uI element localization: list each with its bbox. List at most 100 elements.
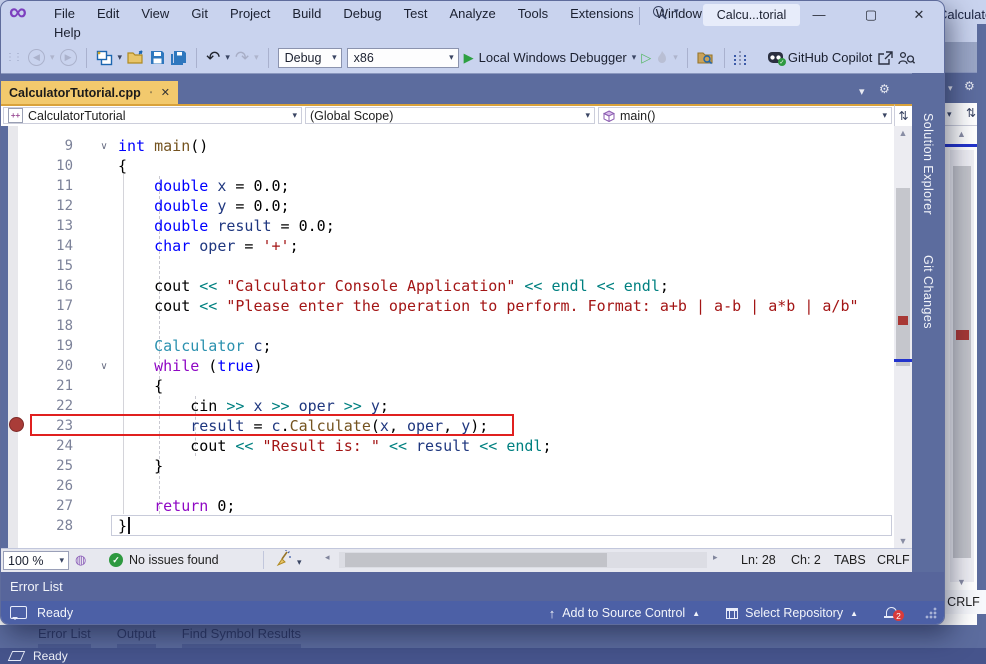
code-line-11[interactable]: 11 double x = 0.0; bbox=[1, 176, 894, 196]
menu-item-project[interactable]: Project bbox=[219, 4, 281, 24]
code-editor[interactable]: 9∨int main()10{11 double x = 0.0;12 doub… bbox=[1, 126, 894, 548]
member-dropdown[interactable]: main() ▾ bbox=[598, 107, 892, 124]
save-icon[interactable] bbox=[150, 50, 165, 65]
code-line-18[interactable]: 18 bbox=[1, 316, 894, 336]
toolbar-grip[interactable]: ⋮⋮ bbox=[5, 52, 21, 63]
line-number[interactable]: 14 bbox=[18, 238, 73, 254]
code-line-21[interactable]: 21 { bbox=[1, 376, 894, 396]
code-text[interactable]: while (true) bbox=[118, 357, 263, 375]
debugger-chevron-icon[interactable]: ▾ bbox=[632, 52, 637, 63]
code-text[interactable]: cin >> x >> oper >> y; bbox=[118, 397, 389, 415]
health-status-text[interactable]: No issues found bbox=[129, 553, 219, 567]
bg-panel-tab-error-list[interactable]: Error List bbox=[38, 625, 91, 648]
line-number[interactable]: 12 bbox=[18, 198, 73, 214]
code-text[interactable]: { bbox=[118, 157, 127, 175]
window-title[interactable]: Calcu...torial bbox=[703, 4, 800, 26]
scroll-down-icon[interactable]: ▼ bbox=[894, 536, 912, 546]
line-number[interactable]: 27 bbox=[18, 498, 73, 514]
code-text[interactable]: cout << "Result is: " << result << endl; bbox=[118, 437, 552, 455]
code-text[interactable]: cout << "Please enter the operation to p… bbox=[118, 297, 859, 315]
line-number[interactable]: 18 bbox=[18, 318, 73, 334]
undo-chevron-icon[interactable]: ▾ bbox=[225, 52, 230, 63]
tab-list-chevron-icon[interactable]: ▾ bbox=[859, 85, 865, 98]
hscroll-left-icon[interactable]: ◂ bbox=[325, 552, 330, 563]
project-dropdown-chevron-icon[interactable]: ▾ bbox=[292, 110, 297, 121]
menu-item-test[interactable]: Test bbox=[393, 4, 439, 24]
line-number[interactable]: 20 bbox=[18, 358, 73, 374]
bg-gear-icon[interactable]: ⚙ bbox=[964, 79, 975, 93]
line-number[interactable]: 25 bbox=[18, 458, 73, 474]
editor-vertical-scrollbar[interactable]: ▲ ▼ bbox=[894, 126, 912, 548]
error-list-panel-header[interactable]: Error List bbox=[1, 572, 944, 601]
line-number[interactable]: 24 bbox=[18, 438, 73, 454]
undo-icon[interactable]: ↶ bbox=[206, 51, 220, 65]
feedback-person-icon[interactable] bbox=[898, 51, 915, 65]
new-project-chevron-icon[interactable]: ▾ bbox=[118, 52, 123, 63]
bg-chevron-down-icon[interactable]: ▾ bbox=[948, 83, 953, 94]
notifications-bell-icon[interactable]: 2 bbox=[884, 606, 898, 620]
bg-scroll-up-icon[interactable]: ▲ bbox=[957, 129, 966, 139]
intellicode-icon[interactable]: ◍ bbox=[75, 552, 86, 568]
close-button[interactable]: ✕ bbox=[897, 1, 941, 28]
menu-item-file[interactable]: File bbox=[43, 4, 86, 24]
resize-grip[interactable] bbox=[924, 607, 938, 619]
window-splitter-icon[interactable]: ⇅ bbox=[894, 104, 912, 126]
menu-item-analyze[interactable]: Analyze bbox=[438, 4, 506, 24]
redo-chevron-icon[interactable]: ▾ bbox=[254, 52, 259, 63]
search-chevron-icon[interactable]: ▾ bbox=[674, 6, 679, 17]
code-line-13[interactable]: 13 double result = 0.0; bbox=[1, 216, 894, 236]
menu-item-extensions[interactable]: Extensions bbox=[559, 4, 645, 24]
menu-item-help[interactable]: Help bbox=[43, 23, 92, 42]
sidebar-tab-solution-explorer[interactable]: Solution Explorer bbox=[921, 113, 935, 215]
redo-icon[interactable]: ↷ bbox=[235, 51, 249, 65]
code-text[interactable]: } bbox=[118, 457, 163, 475]
close-tab-icon[interactable]: ✕ bbox=[161, 86, 170, 99]
breakpoint-icon[interactable] bbox=[9, 417, 24, 432]
bg-panel-tab-find-symbol-results[interactable]: Find Symbol Results bbox=[182, 625, 301, 648]
code-text[interactable]: double result = 0.0; bbox=[118, 217, 335, 235]
code-text[interactable]: double x = 0.0; bbox=[118, 177, 290, 195]
find-in-files-icon[interactable] bbox=[697, 50, 715, 65]
scope-dropdown[interactable]: (Global Scope) ▾ bbox=[305, 107, 595, 124]
line-number[interactable]: 19 bbox=[18, 338, 73, 354]
code-line-19[interactable]: 19 Calculator c; bbox=[1, 336, 894, 356]
start-debugging-icon[interactable]: ▶ bbox=[464, 50, 474, 66]
project-dropdown[interactable]: ++ CalculatorTutorial ▾ bbox=[3, 107, 302, 124]
bg-scrollbar-thumb[interactable] bbox=[953, 166, 971, 558]
code-line-12[interactable]: 12 double y = 0.0; bbox=[1, 196, 894, 216]
member-dropdown-chevron-icon[interactable]: ▾ bbox=[882, 110, 887, 121]
line-number[interactable]: 28 bbox=[18, 518, 73, 534]
line-number[interactable]: 16 bbox=[18, 278, 73, 294]
open-folder-icon[interactable] bbox=[127, 50, 145, 65]
tabs-indicator[interactable]: TABS bbox=[834, 553, 866, 567]
code-text[interactable]: { bbox=[118, 377, 163, 395]
share-icon[interactable] bbox=[877, 51, 893, 65]
code-line-14[interactable]: 14 char oper = '+'; bbox=[1, 236, 894, 256]
code-line-15[interactable]: 15 bbox=[1, 256, 894, 276]
fold-collapse-icon[interactable]: ∨ bbox=[96, 141, 112, 152]
line-number[interactable]: 22 bbox=[18, 398, 73, 414]
code-text[interactable]: double y = 0.0; bbox=[118, 197, 290, 215]
document-well-gear-icon[interactable]: ⚙ bbox=[879, 82, 890, 96]
hscroll-right-icon[interactable]: ▸ bbox=[713, 552, 718, 563]
menu-item-git[interactable]: Git bbox=[180, 4, 219, 24]
back-chevron-icon[interactable]: ▾ bbox=[50, 52, 55, 63]
search-icon[interactable] bbox=[653, 6, 664, 17]
code-text[interactable]: char oper = '+'; bbox=[118, 237, 299, 255]
maximize-button[interactable]: ▢ bbox=[849, 1, 893, 28]
bg-eol-indicator[interactable]: CRLF bbox=[941, 590, 986, 614]
sidebar-tab-git-changes[interactable]: Git Changes bbox=[921, 255, 935, 329]
menu-item-view[interactable]: View bbox=[130, 4, 180, 24]
github-copilot-icon[interactable]: ✓ bbox=[768, 52, 783, 63]
code-text[interactable]: return 0; bbox=[118, 497, 235, 515]
add-to-source-control-button[interactable]: ↑ Add to Source Control ▲ bbox=[549, 606, 700, 621]
code-line-10[interactable]: 10{ bbox=[1, 156, 894, 176]
line-number[interactable]: 26 bbox=[18, 478, 73, 494]
code-line-17[interactable]: 17 cout << "Please enter the operation t… bbox=[1, 296, 894, 316]
code-line-16[interactable]: 16 cout << "Calculator Console Applicati… bbox=[1, 276, 894, 296]
github-copilot-label[interactable]: GitHub Copilot bbox=[788, 50, 873, 65]
menu-item-edit[interactable]: Edit bbox=[86, 4, 130, 24]
zoom-dropdown[interactable]: 100 %▾ bbox=[3, 551, 69, 570]
code-line-25[interactable]: 25 } bbox=[1, 456, 894, 476]
start-debugging-label[interactable]: Local Windows Debugger bbox=[479, 50, 627, 65]
